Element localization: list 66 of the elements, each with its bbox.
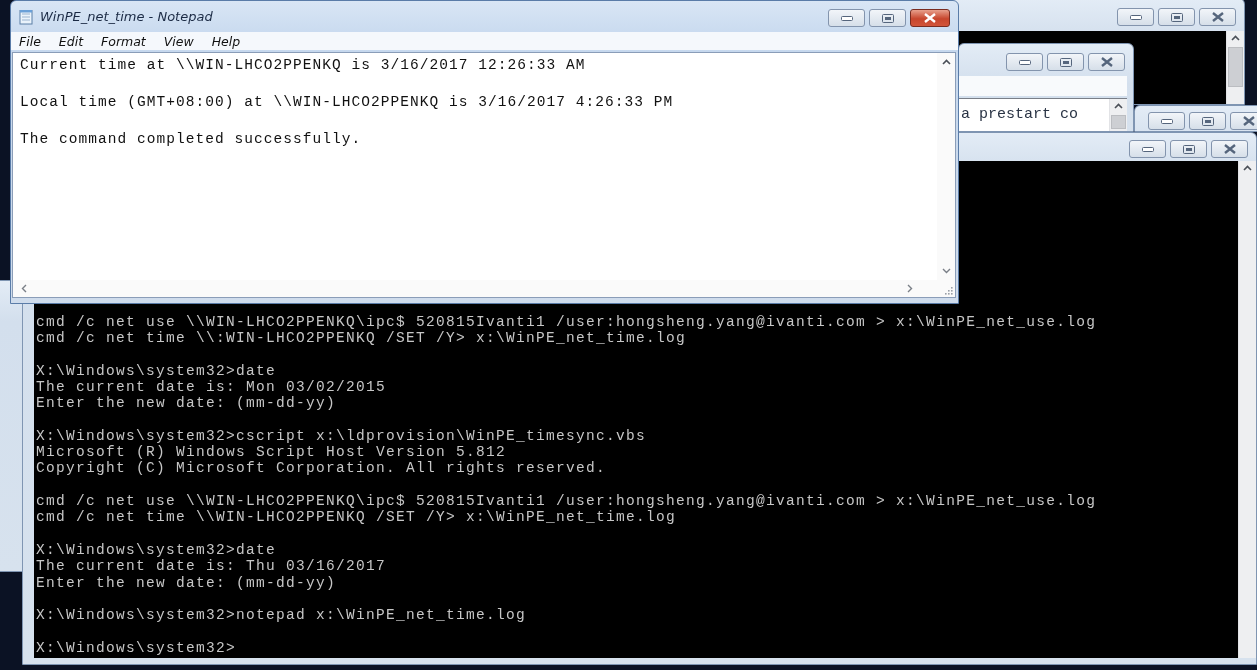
console-line: X:\Windows\system32>notepad x:\WinPE_net_time.log — [36, 607, 528, 624]
maximize-icon — [1059, 57, 1072, 67]
document-text-line: Current time at \\WIN-LHCO2PPENKQ is 3/16/2017 12:26:33 AM — [20, 56, 587, 75]
document-text: a prestart co — [960, 105, 1080, 125]
minimize-button[interactable] — [1148, 112, 1185, 130]
maximize-button[interactable] — [1158, 8, 1195, 26]
close-icon — [1223, 144, 1236, 154]
close-button[interactable] — [1088, 53, 1125, 71]
maximize-button[interactable] — [1189, 112, 1226, 130]
menu-item[interactable]: File — [19, 33, 51, 49]
vertical-scrollbar[interactable] — [937, 53, 955, 280]
maximize-icon — [881, 13, 894, 23]
minimize-button[interactable] — [1006, 53, 1043, 71]
console-line: cmd /c net time \\:WIN-LHCO2PPENKQ /SET /Y> x:\WinPE_net_time.log — [36, 330, 688, 347]
text-editor[interactable]: a prestart co — [959, 98, 1127, 131]
close-button[interactable] — [910, 9, 950, 27]
minimize-button[interactable] — [828, 9, 865, 27]
document-text-line: The command completed successfully. — [20, 130, 363, 149]
maximize-icon — [1201, 116, 1214, 126]
close-button[interactable] — [1211, 140, 1248, 158]
maximize-button[interactable] — [1170, 140, 1207, 158]
close-icon — [1100, 57, 1113, 67]
menu-item[interactable]: Format — [101, 33, 156, 49]
minimize-icon — [1018, 59, 1031, 65]
console-line: The current date is: Mon 03/02/2015 — [36, 378, 388, 396]
text-editor[interactable]: Current time at \\WIN-LHCO2PPENKQ is 3/16/2017 12:26:33 AM Local time (GMT+08:00) at \\WIN-LHCO2PPENKQ is 3/16/2017 4:26:33 PM The command completed successfully. — [12, 52, 956, 298]
console-line: Copyright (C) Microsoft Corporation. All rights reserved. — [36, 460, 608, 477]
window-title: WinPE_net_time - Notepad — [40, 9, 213, 24]
minimize-icon — [840, 15, 853, 21]
size-grip-icon — [943, 285, 953, 295]
console-line: cmd /c net time \\WIN-LHCO2PPENKQ /SET /Y> x:\WinPE_net_time.log — [36, 509, 678, 526]
minimize-icon — [1141, 146, 1154, 152]
vertical-scrollbar[interactable] — [1109, 99, 1127, 131]
horizontal-scrollbar[interactable] — [13, 280, 937, 297]
console-line: X:\Windows\system32>date — [36, 362, 278, 379]
menu-item[interactable]: Edit — [58, 33, 94, 49]
console-line: Enter the new date: (mm-dd-yy) — [36, 574, 338, 591]
console-line: The current date is: Thu 03/16/2017 — [36, 558, 388, 575]
minimize-icon — [1129, 14, 1142, 20]
scrollbar-thumb[interactable] — [1111, 115, 1126, 129]
menu-item[interactable]: View — [163, 33, 204, 49]
maximize-button[interactable] — [1047, 53, 1084, 71]
scrollbar-thumb[interactable] — [1228, 47, 1243, 87]
console-line: X:\Windows\system32> — [36, 639, 238, 656]
console-line: Microsoft (R) Windows Script Host Version 5.812 — [36, 444, 508, 461]
console-line: X:\Windows\system32>cscript x:\ldprovision\WinPE_timesync.vbs — [36, 427, 648, 445]
minimize-icon — [1160, 118, 1173, 124]
close-button[interactable] — [1199, 8, 1236, 26]
close-icon — [924, 13, 936, 23]
notepad-icon — [18, 8, 34, 25]
console-line: cmd /c net use \\WIN-LHCO2PPENKQ\ipc$ 520815Ivanti1 /user:hongsheng.yang@ivanti.com > x:\WinPE_net_use.log — [36, 493, 1098, 510]
close-icon — [1211, 12, 1224, 22]
maximize-button[interactable] — [869, 9, 906, 27]
document-text-line: Local time (GMT+08:00) at \\WIN-LHCO2PPENKQ is 3/16/2017 4:26:33 PM — [20, 93, 675, 112]
maximize-icon — [1182, 144, 1195, 154]
close-button[interactable] — [1230, 112, 1257, 130]
console-line: cmd /c net use \\WIN-LHCO2PPENKQ\ipc$ 520815Ivanti1 /user:hongsheng.yang@ivanti.com > x:\WinPE_net_use.log — [36, 313, 1098, 331]
minimize-button[interactable] — [1129, 140, 1166, 158]
menu-item[interactable]: Help — [211, 33, 251, 49]
maximize-icon — [1170, 12, 1183, 22]
console-line: Enter the new date: (mm-dd-yy) — [36, 395, 338, 412]
minimize-button[interactable] — [1117, 8, 1154, 26]
vertical-scrollbar[interactable] — [1226, 31, 1244, 104]
close-icon — [1242, 116, 1255, 126]
vertical-scrollbar[interactable] — [1238, 161, 1256, 658]
console-line: X:\Windows\system32>date — [36, 541, 278, 559]
